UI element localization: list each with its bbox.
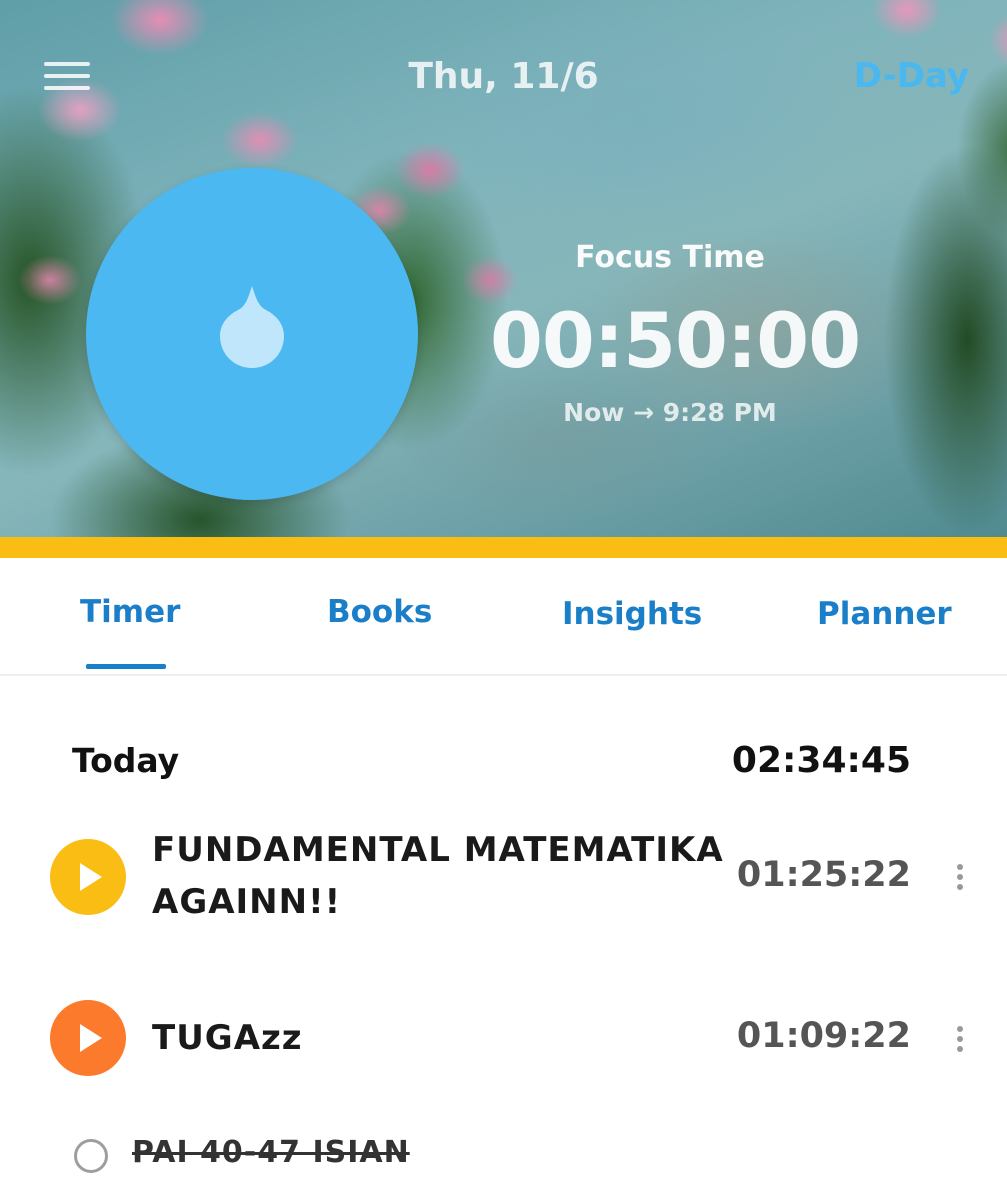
focus-time-value: 00:50:00 bbox=[490, 296, 861, 385]
tab-timer[interactable]: Timer bbox=[80, 594, 180, 630]
subject-name[interactable]: FUNDAMENTAL MATEMATIKA AGAINN!! bbox=[152, 824, 732, 928]
focus-time-label: Focus Time bbox=[575, 240, 765, 275]
end-time-label: Now → 9:28 PM bbox=[563, 398, 777, 427]
play-button-subject-2[interactable] bbox=[50, 1000, 126, 1076]
task-label[interactable]: PAI 40-47 ISIAN bbox=[132, 1135, 410, 1170]
hero-background: Thu, 11/6 D-Day Focus Time 00:50:00 Now … bbox=[0, 0, 1007, 540]
accent-divider bbox=[0, 537, 1007, 558]
play-icon bbox=[80, 863, 102, 891]
subject-time: 01:09:22 bbox=[736, 1016, 911, 1056]
more-options-icon[interactable] bbox=[955, 864, 965, 894]
tab-insights[interactable]: Insights bbox=[562, 596, 702, 632]
task-checkbox[interactable] bbox=[74, 1139, 108, 1173]
tab-planner[interactable]: Planner bbox=[817, 596, 952, 632]
subject-name[interactable]: TUGAzz bbox=[152, 1012, 303, 1064]
timer-dial[interactable] bbox=[86, 168, 418, 500]
today-total-time: 02:34:45 bbox=[731, 740, 911, 781]
today-label: Today bbox=[72, 741, 180, 780]
subject-time: 01:25:22 bbox=[736, 855, 911, 895]
tab-books[interactable]: Books bbox=[327, 594, 432, 630]
more-options-icon[interactable] bbox=[955, 1026, 965, 1056]
play-button-subject-1[interactable] bbox=[50, 839, 126, 915]
active-tab-indicator bbox=[86, 664, 166, 669]
dday-button[interactable]: D-Day bbox=[854, 56, 969, 96]
play-icon bbox=[80, 1024, 102, 1052]
tab-bar: Timer Books Insights Planner bbox=[0, 558, 1007, 676]
water-drop-icon bbox=[220, 286, 284, 368]
